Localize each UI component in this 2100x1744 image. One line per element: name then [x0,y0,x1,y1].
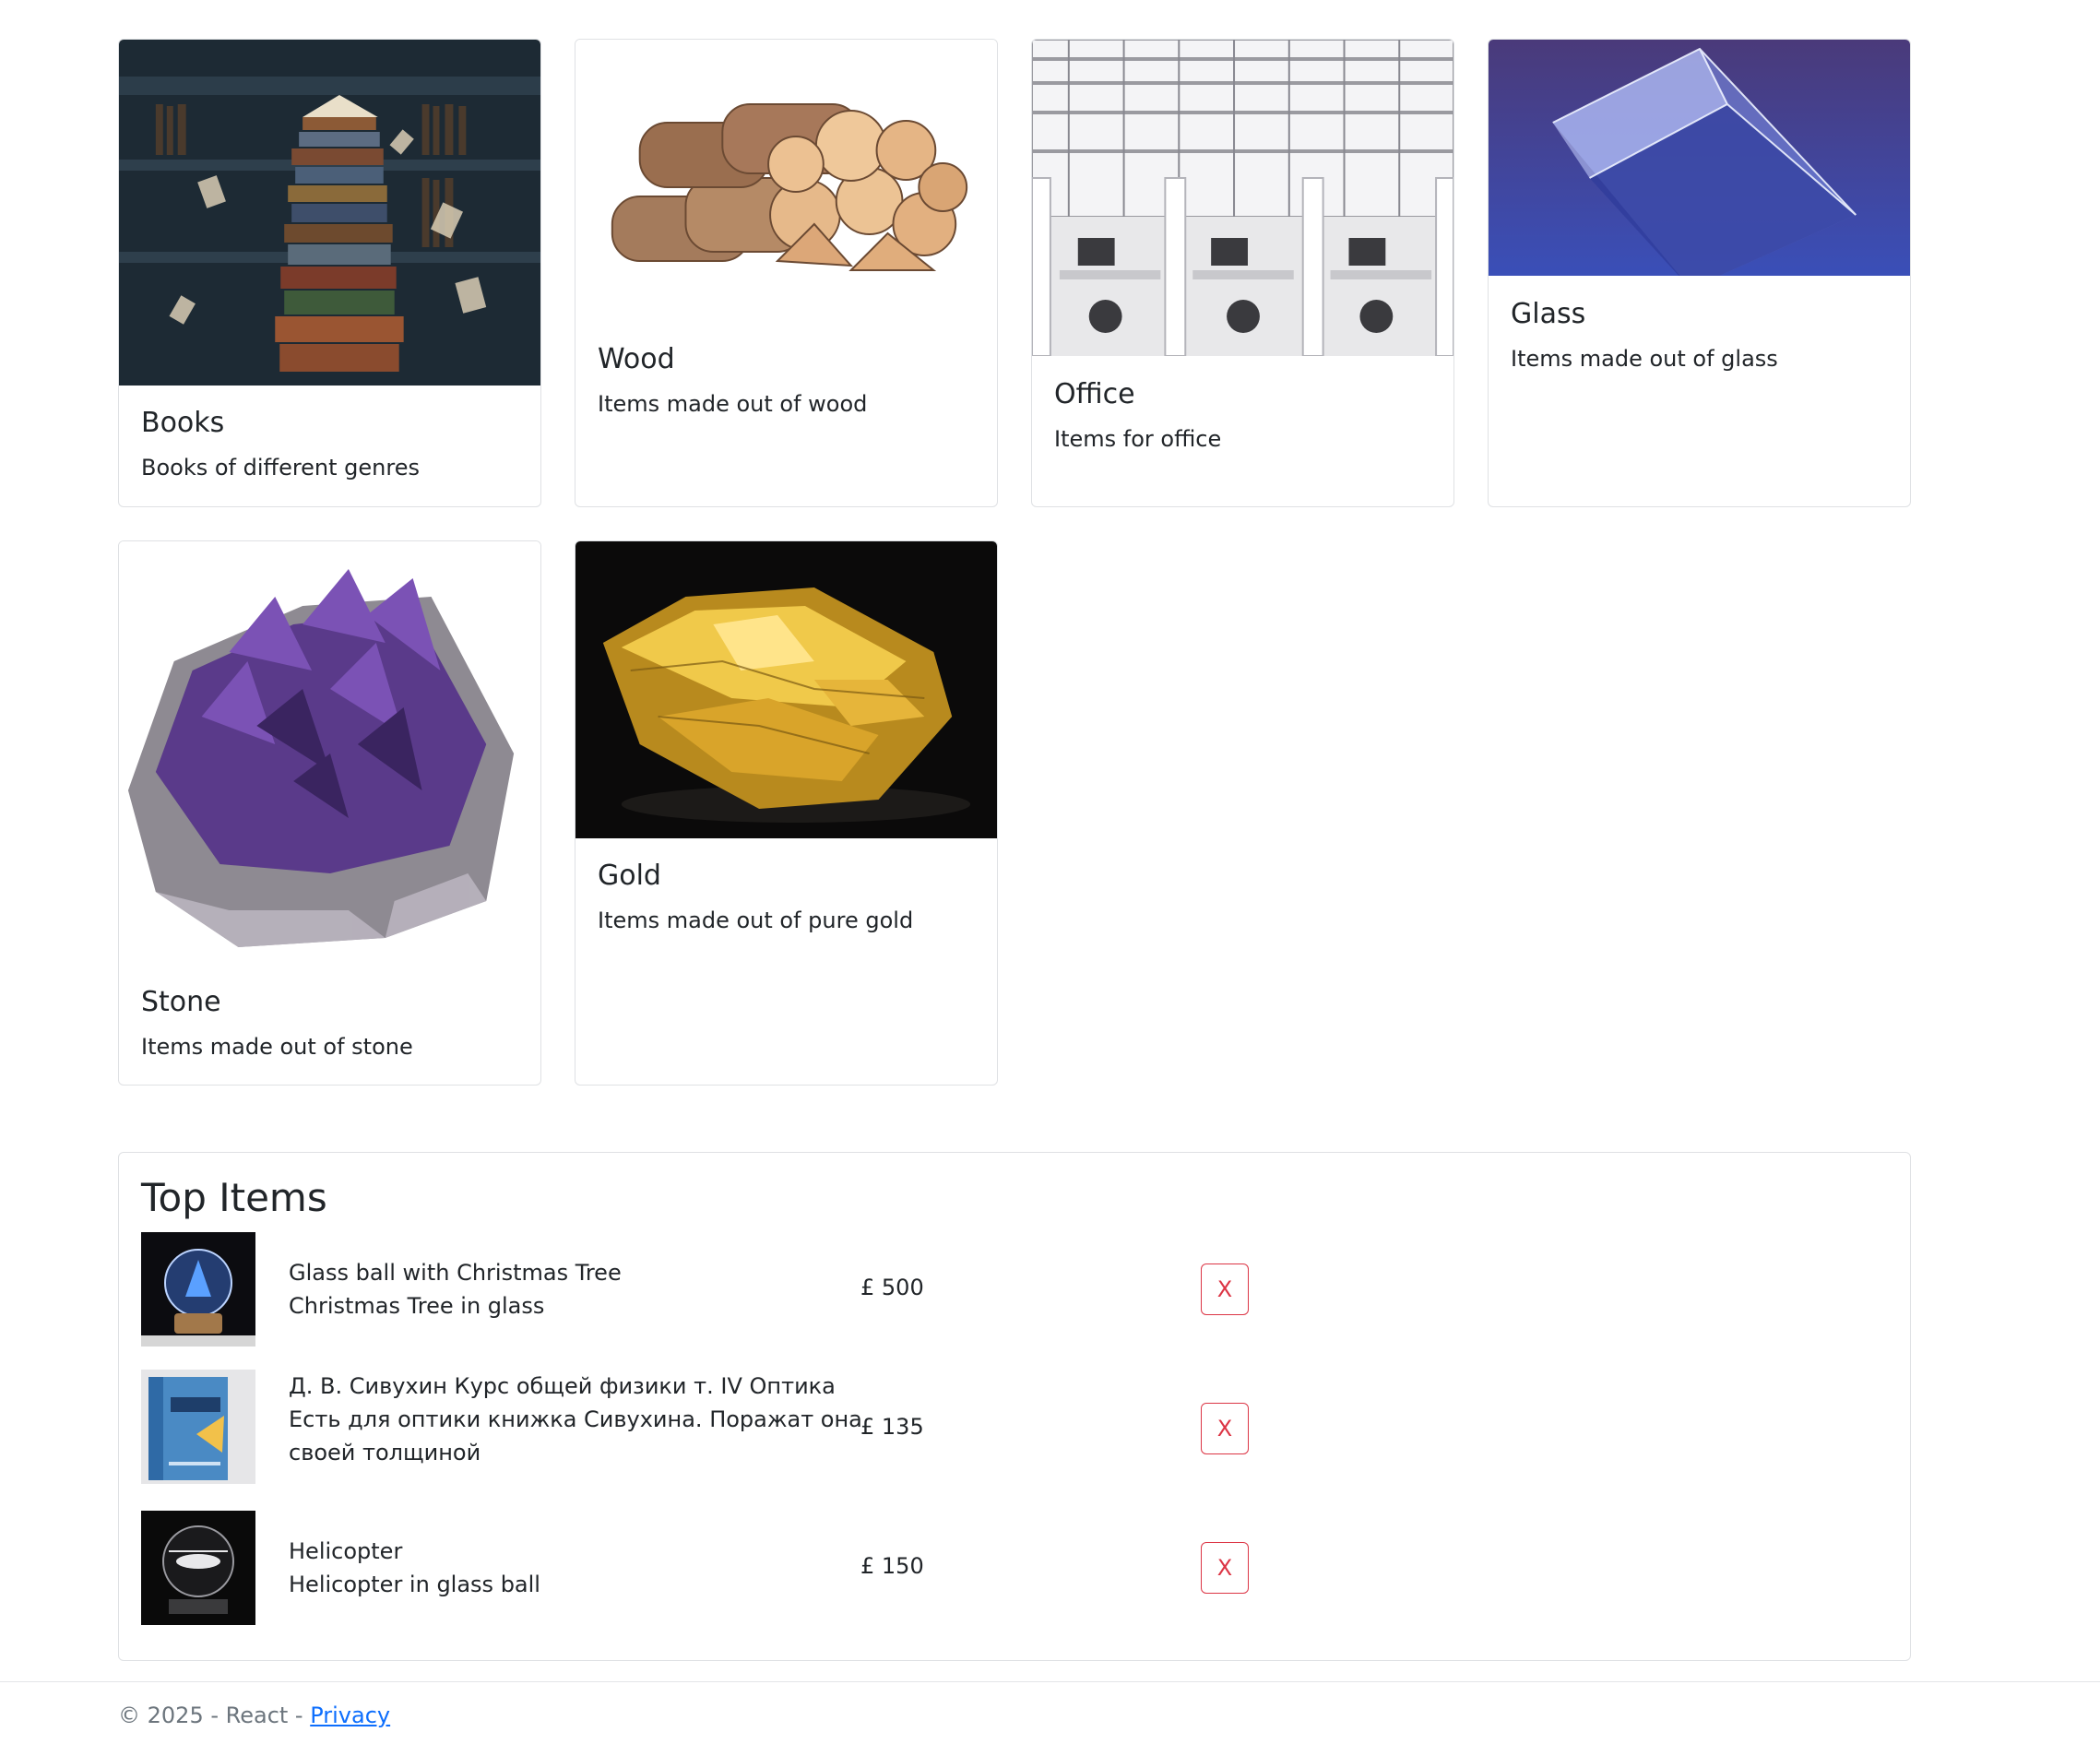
item-details: Glass ball with Christmas Tree Christmas… [289,1256,879,1323]
category-card-books[interactable]: Books Books of different genres [118,39,541,507]
card-title: Office [1054,378,1135,410]
item-description: Helicopter in glass ball [289,1572,540,1597]
stone-image [119,541,540,965]
item-name: Helicopter [289,1538,403,1564]
list-item: Glass ball with Christmas Tree Christmas… [141,1232,1893,1347]
item-price: £ 135 [860,1414,924,1440]
card-description: Items made out of wood [598,391,868,417]
list-item: Helicopter Helicopter in glass ball £ 15… [141,1511,1893,1625]
glass-image [1489,40,1910,276]
card-title: Wood [598,343,675,375]
card-description: Items made out of stone [141,1034,413,1060]
books-image [119,40,540,386]
remove-item-button[interactable]: X [1201,1403,1249,1454]
item-price: £ 150 [860,1553,924,1579]
card-title: Books [141,407,225,439]
item-description: Christmas Tree in glass [289,1293,545,1319]
card-description: Books of different genres [141,455,421,480]
footer: © 2025 - React - Privacy [0,1681,2100,1744]
card-description: Items made out of glass [1511,346,1778,372]
privacy-link[interactable]: Privacy [310,1702,390,1728]
category-card-stone[interactable]: Stone Items made out of stone [118,540,541,1086]
item-description: Есть для оптики книжка Сивухина. Поражат… [289,1406,862,1465]
optics-book-thumbnail [141,1370,255,1484]
card-title: Stone [141,986,221,1018]
gold-image [575,541,997,838]
card-title: Gold [598,860,661,892]
item-details: Helicopter Helicopter in glass ball [289,1535,879,1601]
list-item: Д. В. Сивухин Курс общей физики т. IV Оп… [141,1370,1893,1489]
card-description: Items made out of pure gold [598,908,914,933]
footer-text: © 2025 - React - Privacy [118,1702,390,1728]
wood-image [575,40,997,339]
glass-ball-tree-thumbnail [141,1232,255,1347]
remove-item-button[interactable]: X [1201,1542,1249,1594]
item-name: Д. В. Сивухин Курс общей физики т. IV Оп… [289,1373,836,1399]
card-title: Glass [1511,298,1586,330]
card-description: Items for office [1054,426,1222,452]
copyright-text: © 2025 - React - [118,1702,311,1728]
category-card-office[interactable]: Office Items for office [1031,39,1454,507]
office-image [1032,40,1453,356]
category-card-glass[interactable]: Glass Items made out of glass [1488,39,1911,507]
item-details: Д. В. Сивухин Курс общей физики т. IV Оп… [289,1370,879,1469]
top-items-panel: Top Items Glass ball with Christmas Tree… [118,1152,1911,1661]
item-price: £ 500 [860,1275,924,1300]
remove-item-button[interactable]: X [1201,1264,1249,1315]
helicopter-glass-ball-thumbnail [141,1511,255,1625]
category-card-gold[interactable]: Gold Items made out of pure gold [575,540,998,1086]
item-name: Glass ball with Christmas Tree [289,1260,622,1286]
top-items-title: Top Items [141,1175,327,1220]
category-card-wood[interactable]: Wood Items made out of wood [575,39,998,507]
